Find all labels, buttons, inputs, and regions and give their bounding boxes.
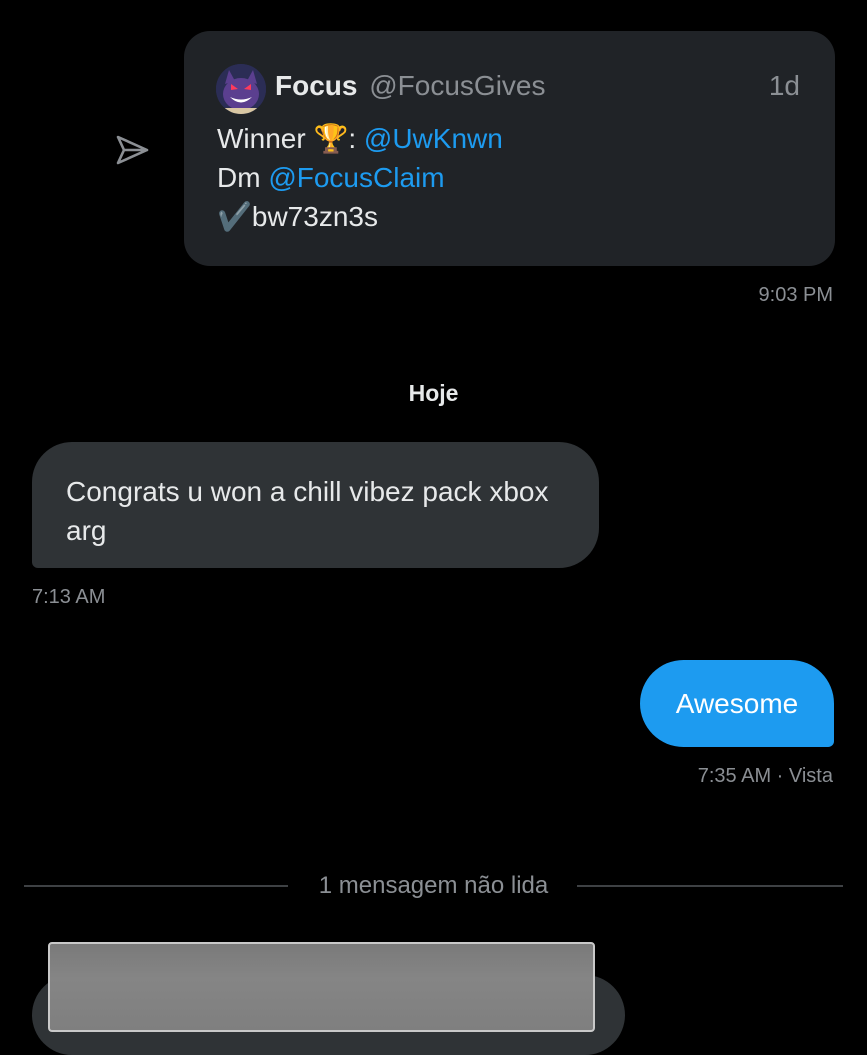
tweet-author-name: Focus	[275, 70, 358, 101]
tweet-line-3: ✔️bw73zn3s	[217, 197, 503, 236]
mention-link-uwknwn[interactable]: @UwKnwn	[364, 123, 503, 154]
tweet-line-1-separator: :	[348, 123, 364, 154]
tweet-line-1: Winner 🏆: @UwKnwn	[217, 119, 503, 158]
paper-plane-icon[interactable]	[112, 130, 152, 170]
tweet-time: 1d	[768, 70, 800, 101]
media-preview[interactable]	[48, 942, 595, 1032]
outgoing-message-bubble[interactable]: Awesome	[640, 660, 834, 747]
avatar[interactable]	[216, 64, 266, 114]
incoming-message-bubble[interactable]: Congrats u won a chill vibez pack xbox a…	[32, 442, 599, 568]
shared-tweet-timestamp: 9:03 PM	[758, 284, 833, 306]
unread-divider: 1 mensagem não lida	[24, 868, 843, 904]
mention-link-focusclaim[interactable]: @FocusClaim	[268, 162, 444, 193]
check-mark-icon: ✔️	[217, 201, 252, 232]
divider-line	[577, 885, 843, 887]
incoming-message-timestamp: 7:13 AM	[32, 586, 106, 608]
tweet-line-2: Dm @FocusClaim	[217, 158, 503, 197]
tweet-author-handle: @FocusGives	[369, 70, 546, 101]
shared-tweet-card[interactable]: Focus @FocusGives 1d Winner 🏆: @UwKnwn D…	[184, 31, 835, 266]
tweet-author: Focus @FocusGives	[275, 69, 546, 103]
tweet-line-2-text: Dm	[217, 162, 269, 193]
trophy-icon: 🏆	[313, 123, 349, 154]
incoming-message-text: Congrats u won a chill vibez pack xbox a…	[66, 476, 549, 546]
outgoing-message-status: 7:35 AM · Vista	[697, 765, 833, 787]
tweet-line-3-text: bw73zn3s	[251, 201, 378, 232]
tweet-line-1-text: Winner	[217, 123, 314, 154]
day-separator: Hoje	[408, 380, 459, 406]
tweet-text: Winner 🏆: @UwKnwn Dm @FocusClaim ✔️bw73z…	[217, 119, 503, 236]
outgoing-message-text: Awesome	[675, 688, 799, 719]
